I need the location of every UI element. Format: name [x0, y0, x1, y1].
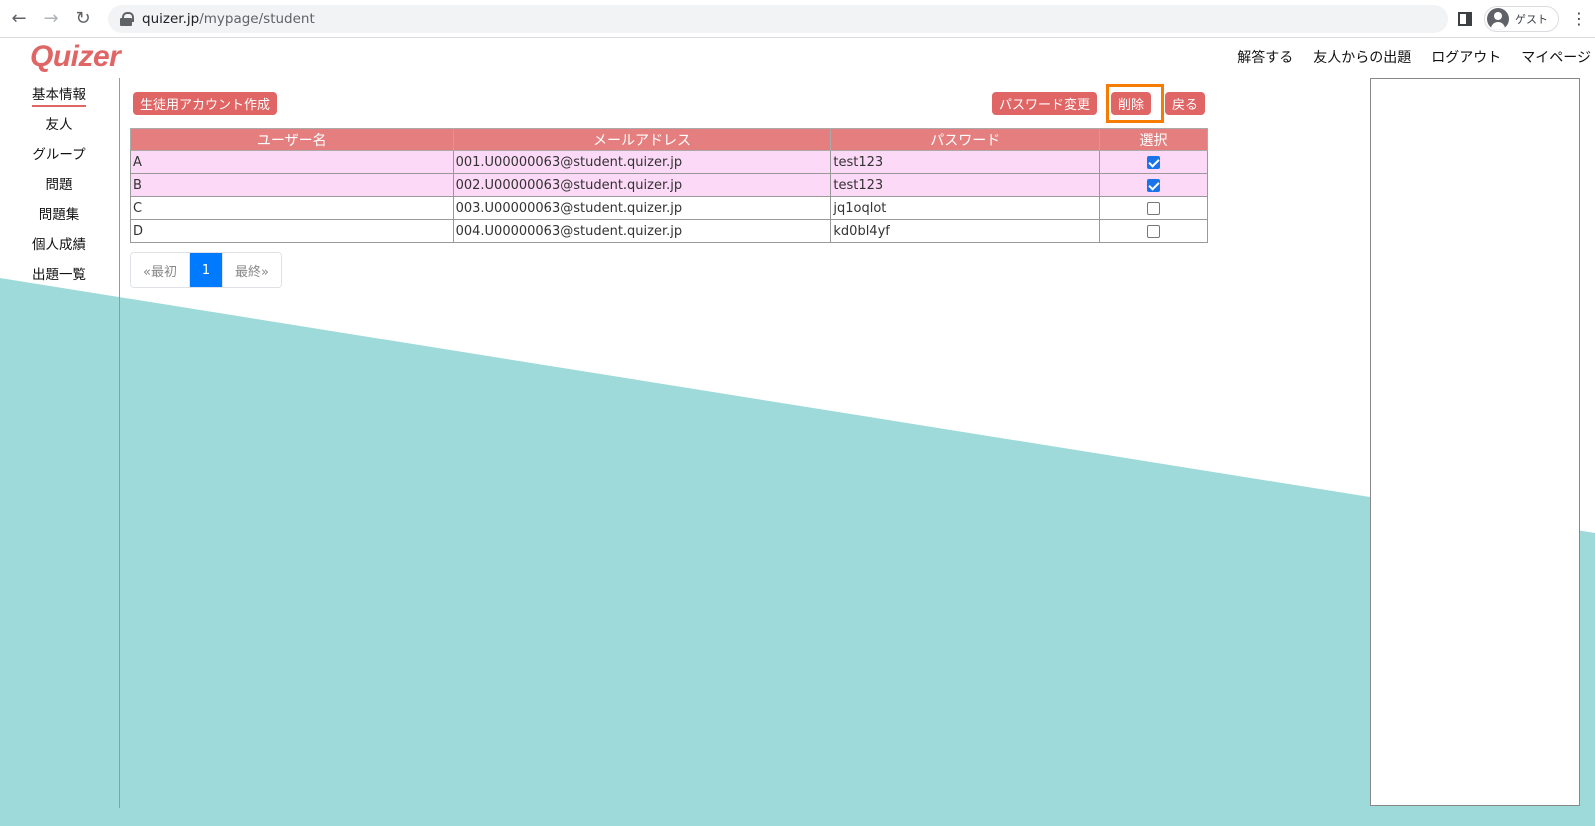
row-select-checkbox[interactable]	[1147, 224, 1161, 238]
sidebar-item-personal-results[interactable]: 個人成績	[0, 236, 118, 255]
row-select-checkbox[interactable]	[1147, 155, 1161, 169]
sidebar-item-label: グループ	[32, 147, 86, 163]
forward-arrow-icon[interactable]: →	[38, 6, 64, 32]
table-row: B 002.U00000063@student.quizer.jp test12…	[130, 173, 1208, 197]
change-password-button[interactable]: パスワード変更	[992, 92, 1098, 115]
sidebar-item-label: 個人成績	[32, 237, 86, 253]
nav-mypage[interactable]: マイページ	[1521, 47, 1591, 67]
nav-answer[interactable]: 解答する	[1237, 47, 1293, 67]
cell-password: test123	[830, 173, 1101, 197]
column-header-password: パスワード	[830, 128, 1101, 151]
address-bar[interactable]: quizer.jp/mypage/student	[108, 5, 1448, 33]
cell-email: 002.U00000063@student.quizer.jp	[452, 173, 832, 197]
cell-password: test123	[830, 150, 1101, 174]
sidebar-item-question-sets[interactable]: 問題集	[0, 206, 118, 225]
cell-email: 004.U00000063@student.quizer.jp	[452, 219, 832, 243]
cell-password: jq1oqlot	[830, 196, 1101, 220]
cell-select	[1099, 173, 1208, 197]
url-host: quizer.jp	[142, 11, 200, 27]
row-select-checkbox[interactable]	[1147, 178, 1161, 192]
table-row: D 004.U00000063@student.quizer.jp kd0bl4…	[130, 219, 1208, 243]
create-student-account-button[interactable]: 生徒用アカウント作成	[133, 92, 278, 115]
cell-email: 003.U00000063@student.quizer.jp	[452, 196, 832, 220]
profile-button[interactable]: ゲスト	[1484, 6, 1559, 32]
cell-select	[1099, 150, 1208, 174]
column-header-username: ユーザー名	[130, 128, 454, 151]
pagination: «最初 1 最終»	[130, 252, 282, 288]
cell-username: D	[130, 219, 454, 243]
sidebar-item-question-list[interactable]: 出題一覧	[0, 266, 118, 285]
side-panel-icon[interactable]	[1458, 12, 1472, 26]
sidebar-item-questions[interactable]: 問題	[0, 176, 118, 195]
profile-label: ゲスト	[1515, 13, 1548, 26]
table-row: A 001.U00000063@student.quizer.jp test12…	[130, 150, 1208, 174]
pagination-first[interactable]: «最初	[131, 253, 189, 287]
column-header-email: メールアドレス	[452, 128, 832, 151]
back-arrow-icon[interactable]: ←	[6, 6, 32, 32]
sidebar-divider	[119, 78, 120, 808]
nav-logout[interactable]: ログアウト	[1431, 47, 1501, 67]
cell-username: B	[130, 173, 454, 197]
student-table: ユーザー名 メールアドレス パスワード 選択 A 001.U00000063@s…	[130, 128, 1208, 243]
reload-icon[interactable]: ↻	[70, 6, 96, 32]
sidebar-item-friends[interactable]: 友人	[0, 116, 118, 135]
back-button[interactable]: 戻る	[1165, 92, 1206, 115]
column-header-select: 選択	[1099, 128, 1208, 151]
sidebar-item-label: 問題	[45, 177, 73, 193]
pagination-last[interactable]: 最終»	[221, 253, 281, 287]
avatar-icon	[1487, 8, 1509, 30]
kebab-menu-icon[interactable]: ⋮	[1569, 11, 1589, 27]
top-nav: 解答する 友人からの出題 ログアウト マイページ	[1237, 47, 1591, 67]
nav-friend-questions[interactable]: 友人からの出題	[1313, 47, 1411, 67]
lock-icon	[120, 12, 134, 26]
sidebar-item-label: 基本情報	[32, 87, 86, 107]
pagination-page-current[interactable]: 1	[188, 253, 222, 287]
right-side-panel	[1370, 78, 1580, 806]
sidebar-item-label: 友人	[45, 117, 73, 133]
table-header-row: ユーザー名 メールアドレス パスワード 選択	[130, 128, 1208, 151]
cell-username: A	[130, 150, 454, 174]
cell-select	[1099, 219, 1208, 243]
cell-password: kd0bl4yf	[830, 219, 1101, 243]
cell-username: C	[130, 196, 454, 220]
row-select-checkbox[interactable]	[1147, 201, 1161, 215]
sidebar-item-label: 問題集	[38, 207, 80, 223]
delete-button[interactable]: 削除	[1111, 92, 1152, 115]
url-path: /mypage/student	[199, 11, 315, 27]
quizer-logo[interactable]: Quizer	[30, 40, 121, 74]
sidebar-item-basic-info[interactable]: 基本情報	[0, 86, 118, 107]
browser-toolbar: ← → ↻ quizer.jp/mypage/student ゲスト ⋮	[0, 0, 1595, 38]
sidebar-item-label: 出題一覧	[32, 267, 86, 283]
cell-email: 001.U00000063@student.quizer.jp	[452, 150, 832, 174]
cell-select	[1099, 196, 1208, 220]
table-row: C 003.U00000063@student.quizer.jp jq1oql…	[130, 196, 1208, 220]
sidebar-item-groups[interactable]: グループ	[0, 146, 118, 165]
sidebar: 基本情報 友人 グループ 問題 問題集 個人成績 出題一覧	[0, 86, 118, 296]
